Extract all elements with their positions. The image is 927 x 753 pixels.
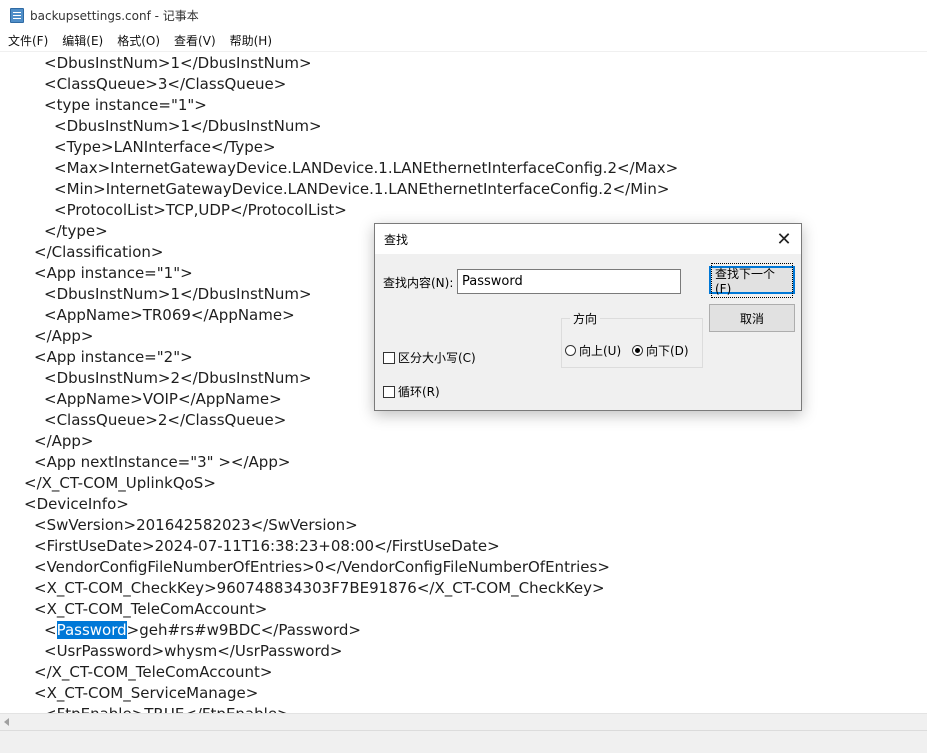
text-line: <VendorConfigFileNumberOfEntries>0</Vend… xyxy=(34,558,610,576)
match-case-checkbox[interactable]: 区分大小写(C) xyxy=(383,349,476,366)
checkbox-icon[interactable] xyxy=(383,385,395,398)
text-line: <DbusInstNum>2</DbusInstNum> xyxy=(44,369,312,387)
close-icon[interactable]: ✕ xyxy=(767,224,801,254)
text-line: <SwVersion>201642582023</SwVersion> xyxy=(34,516,358,534)
menu-view[interactable]: 查看(V) xyxy=(167,32,223,49)
text-line: <App instance="1"> xyxy=(34,264,193,282)
text-line: </X_CT-COM_UplinkQoS> xyxy=(24,474,216,492)
direction-group: 方向 向上(U) 向下(D) xyxy=(561,310,703,368)
text-line: </App> xyxy=(34,432,94,450)
line-text: >geh#rs#w9BDC</Password> xyxy=(126,621,361,639)
text-line: <FirstUseDate>2024-07-11T16:38:23+08:00<… xyxy=(34,537,500,555)
text-line: <DbusInstNum>1</DbusInstNum> xyxy=(44,54,312,72)
text-line: <X_CT-COM_CheckKey>960748834303F7BE91876… xyxy=(34,579,605,597)
text-line: <Max>InternetGatewayDevice.LANDevice.1.L… xyxy=(54,159,679,177)
menu-bar: 文件(F) 编辑(E) 格式(O) 查看(V) 帮助(H) xyxy=(0,30,927,51)
text-line: </Classification> xyxy=(34,243,164,261)
direction-label: 方向 xyxy=(570,310,601,327)
horizontal-scrollbar[interactable] xyxy=(0,713,927,730)
text-line: <X_CT-COM_ServiceManage> xyxy=(34,684,259,702)
line-text: < xyxy=(44,621,57,639)
text-line: <AppName>TR069</AppName> xyxy=(44,306,295,324)
cancel-label: 取消 xyxy=(739,311,764,326)
menu-edit[interactable]: 编辑(E) xyxy=(55,32,110,49)
text-line: <Type>LANInterface</Type> xyxy=(54,138,276,156)
text-line: <DbusInstNum>1</DbusInstNum> xyxy=(44,285,312,303)
up-label: 向上(U) xyxy=(579,344,622,358)
text-line: <X_CT-COM_TeleComAccount> xyxy=(34,600,268,618)
text-line: </type> xyxy=(44,222,108,240)
find-next-button[interactable]: 查找下一个(F) xyxy=(709,262,795,298)
checkbox-icon[interactable] xyxy=(383,351,395,364)
text-line: <UsrPassword>whysm</UsrPassword> xyxy=(44,642,343,660)
menu-help[interactable]: 帮助(H) xyxy=(223,32,279,49)
text-line: <App nextInstance="3" ></App> xyxy=(34,453,291,471)
text-line: <type instance="1"> xyxy=(44,96,207,114)
direction-down-radio[interactable]: 向下(D) xyxy=(632,342,689,359)
text-line: <Password>geh#rs#w9BDC</Password> xyxy=(44,620,361,641)
direction-up-radio[interactable]: 向上(U) xyxy=(565,342,621,359)
wrap-checkbox[interactable]: 循环(R) xyxy=(383,383,440,400)
menu-file[interactable]: 文件(F) xyxy=(0,32,55,49)
radio-up-icon[interactable] xyxy=(565,345,576,356)
text-line: <DbusInstNum>1</DbusInstNum> xyxy=(54,117,322,135)
text-line: <ProtocolList>TCP,UDP</ProtocolList> xyxy=(54,201,347,219)
window-title: backupsettings.conf - 记事本 xyxy=(30,8,199,23)
text-line: <App instance="2"> xyxy=(34,348,193,366)
find-input[interactable] xyxy=(457,269,681,294)
text-line: </X_CT-COM_TeleComAccount> xyxy=(34,663,273,681)
down-label: 向下(D) xyxy=(646,344,689,358)
scroll-left-icon[interactable] xyxy=(4,718,9,726)
notepad-icon xyxy=(10,7,24,23)
radio-down-icon[interactable] xyxy=(632,345,643,356)
dialog-title-bar[interactable]: 查找 ✕ xyxy=(375,224,801,254)
text-line: <ClassQueue>3</ClassQueue> xyxy=(44,75,287,93)
menu-format[interactable]: 格式(O) xyxy=(110,32,167,49)
title-bar[interactable]: backupsettings.conf - 记事本 xyxy=(0,0,927,30)
selected-text: Password xyxy=(56,621,127,639)
match-case-label: 区分大小写(C) xyxy=(398,351,476,365)
text-line: <DeviceInfo> xyxy=(24,495,129,513)
text-line: <AppName>VOIP</AppName> xyxy=(44,390,282,408)
find-dialog: 查找 ✕ 查找内容(N): 查找下一个(F) 取消 方向 向上(U) 向下(D)… xyxy=(374,223,802,411)
text-line: <ClassQueue>2</ClassQueue> xyxy=(44,411,287,429)
cancel-button[interactable]: 取消 xyxy=(709,304,795,332)
wrap-label: 循环(R) xyxy=(398,385,440,399)
find-label: 查找内容(N): xyxy=(383,276,454,290)
text-line: </App> xyxy=(34,327,94,345)
dialog-title: 查找 xyxy=(384,232,409,247)
find-next-label: 查找下一个(F) xyxy=(711,262,793,298)
text-line: <Min>InternetGatewayDevice.LANDevice.1.L… xyxy=(54,180,670,198)
status-bar xyxy=(0,730,927,753)
